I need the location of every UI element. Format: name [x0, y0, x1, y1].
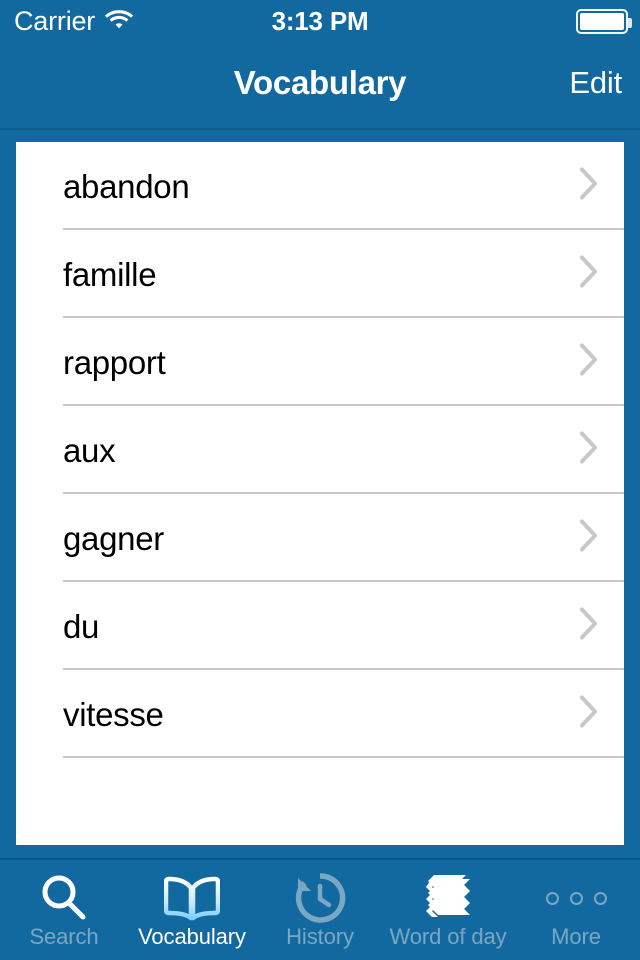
- tab-label: History: [286, 924, 354, 949]
- more-dot: [545, 891, 559, 905]
- nav-bar: Vocabulary Edit: [0, 42, 640, 130]
- vocabulary-word-label: gagner: [63, 519, 164, 557]
- chevron-right-icon: [579, 607, 599, 646]
- tab-label: Word of day: [389, 924, 507, 949]
- table-row[interactable]: rapport: [16, 318, 624, 406]
- chevron-right-icon: [579, 343, 599, 382]
- status-bar-time: 3:13 PM: [271, 5, 369, 36]
- tab-search[interactable]: Search: [0, 860, 128, 960]
- vocabulary-word-label: famille: [63, 255, 157, 293]
- battery-fill: [580, 12, 624, 30]
- status-bar: Carrier 3:13 PM: [0, 0, 640, 42]
- tab-bar: Search Vocabulary History Word of day More: [0, 858, 640, 960]
- tab-more[interactable]: More: [512, 860, 640, 960]
- table-row[interactable]: aux: [16, 406, 624, 494]
- table-row[interactable]: abandon: [16, 142, 624, 230]
- vocabulary-word-label: rapport: [63, 343, 166, 381]
- row-separator: [63, 756, 624, 758]
- battery-icon: [576, 8, 632, 34]
- magnifier-icon: [38, 873, 90, 923]
- chevron-right-icon: [579, 255, 599, 294]
- status-bar-right: [576, 0, 632, 42]
- table-row[interactable]: vitesse: [16, 670, 624, 758]
- tab-label: Search: [29, 924, 99, 949]
- vocabulary-word-label: du: [63, 607, 100, 645]
- table-row[interactable]: famille: [16, 230, 624, 318]
- chevron-right-icon: [579, 519, 599, 558]
- vocabulary-list: abandon famille rapport aux gagner du vitesse: [16, 142, 624, 845]
- tab-label: Vocabulary: [138, 924, 246, 949]
- tab-label: More: [551, 924, 601, 949]
- open-book-icon: [164, 873, 220, 923]
- chevron-right-icon: [579, 167, 599, 206]
- tab-vocabulary[interactable]: Vocabulary: [128, 860, 256, 960]
- more-dot: [593, 891, 607, 905]
- card-stack-icon: [420, 873, 476, 923]
- table-row[interactable]: gagner: [16, 494, 624, 582]
- tab-history[interactable]: History: [256, 860, 384, 960]
- clock-rewind-icon: [294, 873, 346, 923]
- edit-button[interactable]: Edit: [569, 42, 622, 128]
- vocabulary-word-label: abandon: [63, 167, 190, 205]
- content-area: abandon famille rapport aux gagner du vitesse: [0, 130, 640, 858]
- table-row[interactable]: du: [16, 582, 624, 670]
- page-title: Vocabulary: [233, 64, 407, 101]
- ellipsis-icon: [545, 873, 607, 923]
- chevron-right-icon: [579, 695, 599, 734]
- tab-word-of-day[interactable]: Word of day: [384, 860, 512, 960]
- chevron-right-icon: [579, 431, 599, 470]
- vocabulary-word-label: vitesse: [63, 695, 164, 733]
- vocabulary-word-label: aux: [63, 431, 116, 469]
- app-screen: Carrier 3:13 PM Vocabulary Edit abandon f…: [0, 0, 640, 960]
- more-dot: [569, 891, 583, 905]
